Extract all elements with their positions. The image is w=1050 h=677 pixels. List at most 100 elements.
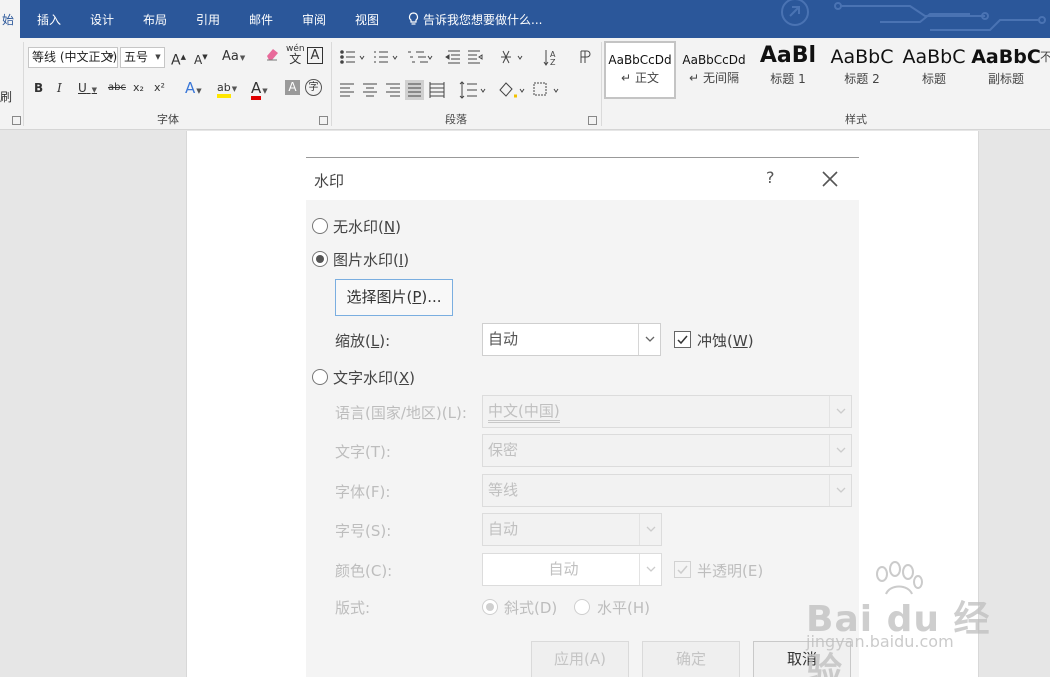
clipboard-launcher-icon[interactable]	[12, 116, 21, 125]
style-heading-1[interactable]: AaBl 标题 1	[752, 41, 824, 99]
text-effects-button[interactable]: A▼	[185, 77, 202, 99]
paragraph-launcher-icon[interactable]	[588, 116, 597, 125]
picture-watermark-label[interactable]: 图片水印(I)	[333, 249, 409, 270]
character-shading-button[interactable]: A	[285, 80, 300, 95]
no-watermark-radio[interactable]	[312, 218, 328, 234]
style-subtitle[interactable]: AaBbC 副标题	[970, 41, 1042, 99]
styles-gallery: AaBbCcDd ↵ 正文 AaBbCcDd ↵ 无间隔 AaBl 标题 1 A…	[604, 41, 1050, 99]
tab-insert[interactable]: 插入	[37, 0, 61, 38]
underline-button[interactable]: U ▼	[78, 77, 97, 99]
character-border-button[interactable]: A	[307, 47, 323, 64]
chevron-down-icon: ▼	[231, 85, 238, 93]
style-normal[interactable]: AaBbCcDd ↵ 正文	[604, 41, 676, 99]
chevron-down-icon	[829, 396, 851, 427]
checkmark-icon	[677, 335, 688, 345]
chevron-down-icon: ▼	[196, 87, 202, 95]
change-case-button[interactable]: Aa▼	[222, 46, 245, 68]
font-color-button[interactable]: A▼	[251, 77, 268, 100]
scale-label: 缩放(L):	[335, 332, 391, 350]
italic-button[interactable]: I	[57, 77, 62, 99]
style-title[interactable]: AaBbC 标题	[898, 41, 970, 99]
chevron-down-icon	[829, 475, 851, 506]
clear-formatting-button[interactable]	[264, 46, 280, 68]
group-divider	[331, 42, 332, 126]
text-watermark-radio[interactable]	[312, 369, 328, 385]
format-painter-button[interactable]: 刷	[0, 86, 12, 108]
select-picture-button[interactable]: 选择图片(P)...	[335, 279, 453, 316]
eraser-icon	[267, 49, 278, 61]
dialog-titlebar: 水印 ?	[306, 158, 859, 200]
layout-label: 版式:	[335, 599, 371, 617]
font-label: 字体(F):	[335, 483, 391, 501]
ribbon-tab-bar: 始 插入 设计 布局 引用 邮件 审阅 视图 告诉我您想要做什么...	[0, 0, 1050, 38]
cancel-button[interactable]: 取消	[753, 641, 851, 677]
color-label: 颜色(C):	[335, 562, 393, 580]
picture-watermark-radio[interactable]	[312, 251, 328, 267]
tab-review[interactable]: 审阅	[302, 0, 326, 38]
size-dropdown[interactable]: 自动	[482, 513, 662, 546]
close-icon[interactable]	[820, 169, 840, 189]
style-no-spacing[interactable]: AaBbCcDd ↵ 无间隔	[678, 41, 750, 99]
shrink-font-button[interactable]: A▼	[194, 46, 208, 68]
font-launcher-icon[interactable]	[319, 116, 328, 125]
font-name-dropdown[interactable]: 等线 (中文正文) ▼	[28, 47, 118, 68]
chevron-down-icon	[829, 435, 851, 466]
tab-mailings[interactable]: 邮件	[249, 0, 273, 38]
language-label: 语言(国家/地区)(L):	[335, 404, 467, 422]
text-dropdown[interactable]: 保密	[482, 434, 852, 467]
svg-text:Z: Z	[550, 58, 556, 67]
language-dropdown[interactable]: 中文(中国)	[482, 395, 852, 428]
chevron-down-icon: ▼	[91, 86, 98, 94]
ok-button[interactable]: 确定	[642, 641, 740, 677]
circuit-decoration-icon	[781, 0, 1046, 31]
semitransparent-label[interactable]: 半透明(E)	[697, 560, 763, 581]
chevron-down-icon: ▼	[239, 54, 246, 62]
paragraph-group-label: 段落	[445, 113, 467, 126]
dialog-title: 水印	[314, 172, 345, 190]
tab-layout[interactable]: 布局	[143, 0, 167, 38]
watermark-dialog: 水印 ? 无水印(N) 图片水印(I) 选择图片(P)... 缩放(L): 自动…	[306, 157, 859, 677]
group-divider	[601, 42, 602, 126]
washout-label[interactable]: 冲蚀(W)	[697, 330, 754, 351]
semitransparent-checkbox[interactable]	[674, 561, 691, 578]
tab-design[interactable]: 设计	[90, 0, 114, 38]
lightbulb-icon	[408, 12, 419, 25]
diagonal-radio[interactable]	[482, 599, 498, 615]
checkmark-icon	[677, 565, 688, 575]
diagonal-label[interactable]: 斜式(D)	[504, 597, 557, 618]
horizontal-radio[interactable]	[574, 599, 590, 615]
color-dropdown[interactable]: 自动	[482, 553, 662, 586]
horizontal-label[interactable]: 水平(H)	[597, 597, 650, 618]
text-label: 文字(T):	[335, 443, 391, 461]
ribbon-home: 刷 等线 (中文正文) ▼ 五号 ▼ A▲ A▼ Aa▼ wén 文 A B I U …	[0, 38, 1050, 130]
text-watermark-label[interactable]: 文字水印(X)	[333, 367, 415, 388]
apply-button[interactable]: 应用(A)	[531, 641, 629, 677]
tell-me-search[interactable]: 告诉我您想要做什么...	[408, 0, 542, 38]
scale-dropdown[interactable]: 自动	[482, 323, 661, 356]
chevron-down-icon: ▼	[108, 53, 114, 61]
chevron-down-icon: ▼	[155, 53, 161, 61]
styles-group-label: 样式	[845, 113, 867, 126]
tab-view[interactable]: 视图	[355, 0, 379, 38]
font-size-dropdown[interactable]: 五号 ▼	[120, 47, 165, 68]
superscript-button[interactable]: x²	[154, 77, 165, 99]
tab-home[interactable]: 始	[0, 0, 21, 38]
no-watermark-label[interactable]: 无水印(N)	[333, 216, 401, 237]
style-more[interactable]: 不	[1040, 41, 1050, 99]
help-button[interactable]: ?	[766, 168, 775, 187]
enclose-characters-button[interactable]: 字	[305, 79, 322, 96]
subscript-button[interactable]: x₂	[133, 77, 144, 99]
grow-font-button[interactable]: A▲	[171, 46, 186, 69]
highlight-color-button[interactable]: ab▼	[217, 77, 237, 99]
tab-references[interactable]: 引用	[196, 0, 220, 38]
chevron-down-icon	[639, 554, 661, 585]
paragraph-tools-icon[interactable]: AZ	[338, 46, 598, 102]
washout-checkbox[interactable]	[674, 331, 691, 348]
strikethrough-button[interactable]: abc	[108, 77, 126, 99]
style-heading-2[interactable]: AaBbC 标题 2	[826, 41, 898, 99]
bold-button[interactable]: B	[34, 77, 43, 99]
font-dropdown[interactable]: 等线	[482, 474, 852, 507]
size-label: 字号(S):	[335, 522, 392, 540]
chevron-down-icon	[639, 514, 661, 545]
phonetic-guide-button[interactable]: wén 文	[286, 44, 305, 66]
